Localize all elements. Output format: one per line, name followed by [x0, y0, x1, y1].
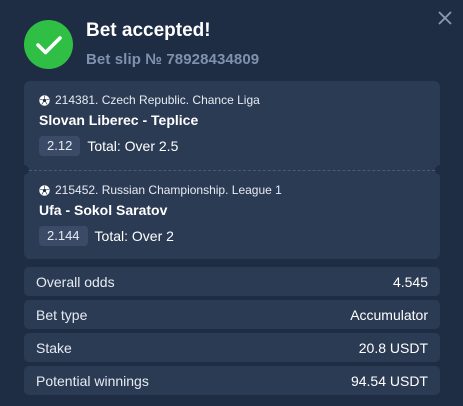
odds-badge: 2.144 — [39, 226, 88, 246]
bet-summary: Overall odds 4.545 Bet type Accumulator … — [24, 267, 440, 399]
bet-accepted-modal: Bet accepted! Bet slip № 78928434809 214… — [0, 0, 463, 406]
market-label: Total: Over 2 — [94, 228, 174, 244]
close-icon[interactable] — [435, 8, 455, 28]
summary-value: 4.545 — [392, 273, 428, 290]
event-teams: Slovan Liberec - Teplice — [39, 112, 199, 128]
summary-value: 94.54 USDT — [350, 372, 428, 389]
bet-slip-number: Bet slip № 78928434809 — [86, 50, 260, 68]
summary-row-stake: Stake 20.8 USDT — [24, 333, 440, 362]
event-teams: Ufa - Sokol Saratov — [39, 202, 168, 218]
summary-label: Potential winnings — [36, 372, 149, 389]
summary-value: 20.8 USDT — [358, 339, 428, 356]
event-meta: 215452. Russian Championship. League 1 — [55, 183, 282, 197]
soccer-ball-icon — [39, 184, 50, 196]
summary-value: Accumulator — [350, 306, 428, 323]
event-meta: 214381. Czech Republic. Chance Liga — [55, 93, 260, 107]
bet-slip-card: 214381. Czech Republic. Chance Liga Slov… — [19, 81, 445, 259]
modal-header: Bet accepted! Bet slip № 78928434809 — [24, 20, 259, 69]
event-item: 215452. Russian Championship. League 1 U… — [39, 183, 282, 246]
summary-label: Bet type — [36, 306, 88, 323]
soccer-ball-icon — [39, 94, 50, 106]
odds-badge: 2.12 — [39, 136, 81, 156]
summary-row-potential-winnings: Potential winnings 94.54 USDT — [24, 366, 440, 395]
check-circle-icon — [24, 20, 73, 69]
summary-label: Stake — [36, 339, 72, 356]
event-item: 214381. Czech Republic. Chance Liga Slov… — [39, 93, 260, 156]
summary-label: Overall odds — [36, 273, 115, 290]
summary-row-overall-odds: Overall odds 4.545 — [24, 267, 440, 296]
slip-divider — [24, 170, 440, 171]
modal-title: Bet accepted! — [86, 19, 211, 41]
summary-row-bet-type: Bet type Accumulator — [24, 300, 440, 329]
market-label: Total: Over 2.5 — [87, 138, 179, 154]
